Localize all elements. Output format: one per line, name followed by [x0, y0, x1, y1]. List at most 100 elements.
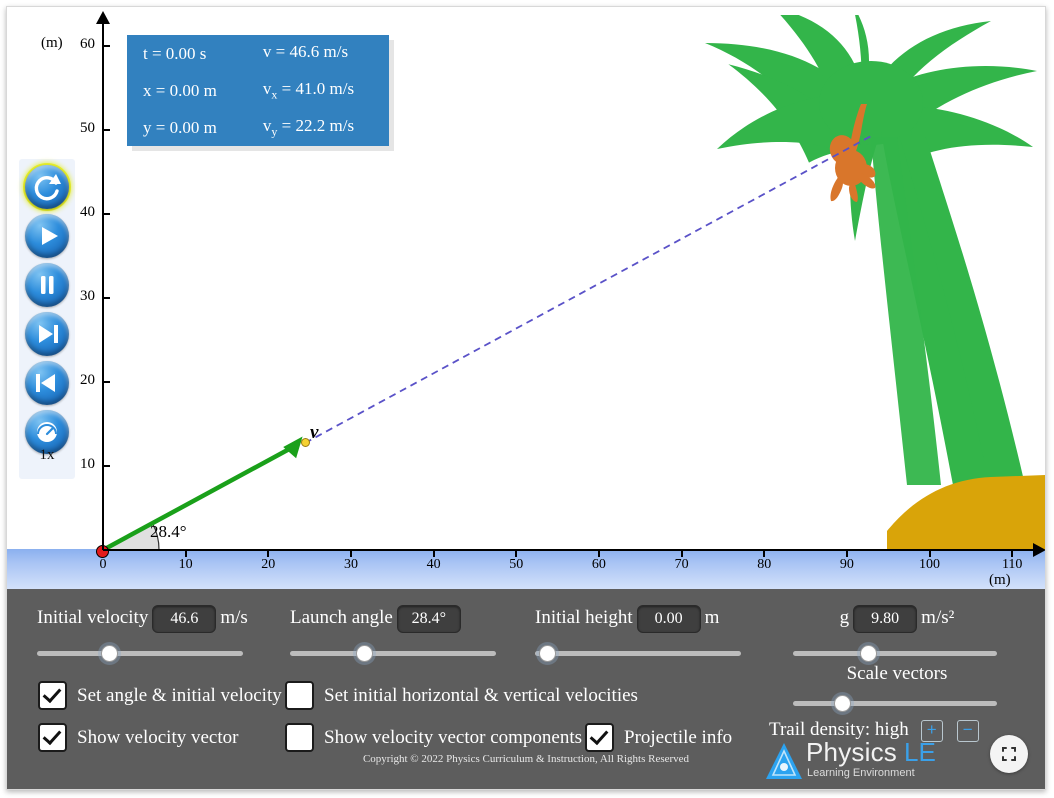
x-axis-tick-label: 20 [261, 557, 276, 572]
y-axis-tick [104, 465, 110, 468]
checkbox-label: Show velocity vector components [324, 726, 583, 748]
launch-angle-slider[interactable] [290, 645, 496, 662]
checkbox-box[interactable] [585, 723, 614, 752]
info-row: t = 0.00 s v = 46.6 m/s [127, 35, 389, 72]
checkbox-label: Set angle & initial velocity [77, 684, 282, 706]
fullscreen-button[interactable] [990, 735, 1028, 773]
y-axis-tick-label: 60 [80, 36, 95, 53]
simulation-stage[interactable]: 28.4° v (m) (m) 60 50 40 30 20 10 0 10 20 30 40 50… [7, 7, 1045, 589]
y-axis-arrow [96, 11, 110, 24]
launch-angle-value[interactable]: 28.4° [396, 605, 461, 633]
x-axis-line [103, 549, 1041, 551]
checkbox-set-horizontal-vertical[interactable]: Set initial horizontal & vertical veloci… [285, 681, 638, 710]
x-axis-tick-label: 90 [839, 557, 854, 572]
initial-height-unit: m [704, 607, 720, 628]
y-axis-tick [104, 45, 110, 48]
slider-thumb[interactable] [860, 645, 878, 662]
x-axis-tick-label: 40 [426, 557, 441, 572]
gravity-unit: m/s² [921, 607, 955, 628]
checkbox-label: Show velocity vector [77, 726, 239, 748]
checkbox-show-velocity-components[interactable]: Show velocity vector components [285, 723, 582, 752]
checkbox-label: Projectile info [624, 726, 733, 748]
app-root: 28.4° v (m) (m) 60 50 40 30 20 10 0 10 20 30 40 50… [0, 0, 1054, 798]
launch-angle-group: Launch angle 28.4° [290, 605, 500, 662]
x-axis-tick-label: 50 [509, 557, 524, 572]
trail-density-decrease-button[interactable]: − [956, 720, 979, 743]
initial-velocity-value[interactable]: 46.6 [152, 605, 217, 633]
slider-thumb[interactable] [833, 695, 851, 712]
launch-angle-label: Launch angle [290, 607, 393, 628]
x-axis-tick-label: 30 [343, 557, 358, 572]
slider-thumb[interactable] [355, 645, 373, 662]
x-axis-tick-label: 110 [1001, 557, 1023, 572]
initial-velocity-label: Initial velocity [37, 607, 149, 628]
y-axis-tick [104, 381, 110, 384]
play-button[interactable] [25, 214, 69, 258]
reset-button[interactable] [23, 163, 71, 211]
x-axis-tick-label: 10 [178, 557, 193, 572]
gravity-group: g 9.80 m/s² [793, 605, 1001, 662]
x-axis-tick-label: 60 [591, 557, 606, 572]
scale-vectors-group: Scale vectors [793, 663, 1001, 712]
copyright-text: Copyright © 2022 Physics Curriculum & In… [362, 753, 690, 765]
info-vy: vy = 22.2 m/s [262, 115, 355, 139]
y-axis-tick [104, 213, 110, 216]
initial-velocity-unit: m/s [220, 607, 248, 628]
gravity-slider[interactable] [793, 645, 997, 662]
x-axis-tick-label: 0 [99, 557, 107, 572]
initial-height-value[interactable]: 0.00 [636, 605, 701, 633]
y-axis-tick [104, 129, 110, 132]
velocity-tip-handle[interactable] [301, 438, 310, 447]
playback-toolbar: 1x [19, 159, 75, 479]
step-back-button[interactable] [25, 361, 69, 405]
step-forward-button[interactable] [25, 312, 69, 356]
scale-vectors-label: Scale vectors [846, 663, 948, 684]
info-row: x = 0.00 m vx = 41.0 m/s [127, 72, 389, 109]
slider-thumb[interactable] [100, 645, 118, 662]
angle-label: 28.4° [150, 522, 187, 541]
initial-height-group: Initial height 0.00 m [535, 605, 747, 662]
sand-hill [887, 475, 1045, 550]
x-axis-tick-label: 70 [674, 557, 689, 572]
control-panel: Initial velocity 46.6 m/s Launch angle 2… [7, 589, 1045, 789]
y-axis-line [102, 19, 104, 550]
x-axis-unit: (m) [989, 572, 1011, 588]
scale-vectors-slider[interactable] [793, 695, 997, 712]
initial-velocity-slider[interactable] [37, 645, 243, 662]
info-time: t = 0.00 s [143, 43, 207, 63]
info-speed: v = 46.6 m/s [262, 41, 349, 61]
info-row: y = 0.00 m vy = 22.2 m/s [127, 109, 389, 146]
monkey-graphic [829, 104, 876, 202]
gravity-value[interactable]: 9.80 [853, 605, 918, 633]
x-axis-arrow [1033, 543, 1045, 557]
checkbox-projectile-info[interactable]: Projectile info [585, 723, 732, 752]
velocity-vector-label: v [310, 422, 319, 443]
checkbox-box[interactable] [285, 723, 314, 752]
slider-thumb[interactable] [539, 645, 557, 662]
checkbox-set-angle-velocity[interactable]: Set angle & initial velocity [38, 681, 282, 710]
x-axis-tick-label: 100 [919, 557, 941, 572]
checkbox-show-velocity-vector[interactable]: Show velocity vector [38, 723, 238, 752]
x-axis-tick-label: 80 [757, 557, 772, 572]
y-axis-tick-label: 50 [80, 120, 95, 137]
pause-button[interactable] [25, 263, 69, 307]
initial-velocity-group: Initial velocity 46.6 m/s [37, 605, 251, 662]
projectile-info-panel: t = 0.00 s v = 46.6 m/s x = 0.00 m vx = … [127, 35, 389, 146]
gravity-label: g [839, 607, 850, 628]
speed-label: 1x [39, 447, 55, 463]
initial-height-label: Initial height [535, 607, 633, 628]
y-axis-tick [104, 297, 110, 300]
checkbox-box[interactable] [38, 723, 67, 752]
info-vx: vx = 41.0 m/s [262, 78, 355, 102]
info-x: x = 0.00 m [143, 80, 217, 100]
fullscreen-icon [1002, 747, 1016, 761]
info-y: y = 0.00 m [143, 117, 217, 137]
palm-tree-graphic [705, 15, 1037, 485]
checkbox-label: Set initial horizontal & vertical veloci… [324, 684, 638, 706]
checkbox-box[interactable] [38, 681, 67, 710]
logo-tagline: Learning Environment [807, 767, 915, 779]
initial-height-slider[interactable] [535, 645, 741, 662]
checkbox-box[interactable] [285, 681, 314, 710]
y-axis-unit: (m) [41, 35, 63, 51]
simulation-frame: 28.4° v (m) (m) 60 50 40 30 20 10 0 10 20 30 40 50… [6, 6, 1046, 790]
